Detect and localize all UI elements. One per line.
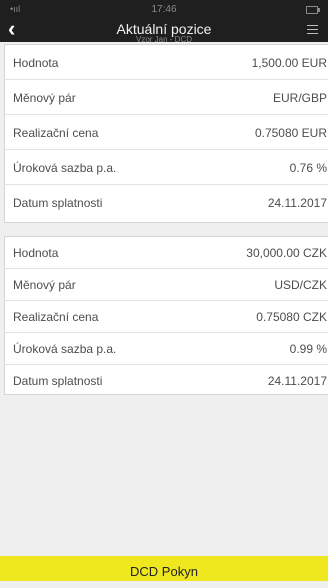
navigation-bar: ‹ Aktuální pozice Vzor Jan - DCD: [0, 18, 328, 44]
row-value: 24.11.2017: [267, 374, 327, 388]
detail-row: Měnový pár USD/CZK: [5, 269, 328, 301]
row-label: Datum splatnosti: [13, 374, 103, 388]
row-value: EUR/GBP: [272, 91, 327, 105]
battery-icon: [306, 6, 320, 14]
row-value: 0.75080 EUR: [254, 126, 327, 140]
row-value: 24.11.2017: [267, 196, 327, 210]
row-value: 0.76 %: [289, 161, 327, 175]
row-value: 0.75080 CZK: [256, 310, 327, 324]
detail-row: Úroková sazba p.a. 0.99 %: [5, 333, 328, 365]
row-value: USD/CZK: [274, 278, 327, 292]
page-subtitle: Vzor Jan - DCD: [135, 35, 192, 44]
row-label: Úroková sazba p.a.: [13, 342, 117, 356]
page-title: Aktuální pozice: [116, 21, 212, 37]
row-label: Realizační cena: [13, 126, 99, 140]
row-value: 0.99 %: [289, 342, 327, 356]
row-label: Úroková sazba p.a.: [13, 161, 117, 175]
detail-row: Datum splatnosti 24.11.2017: [5, 365, 328, 397]
dcd-order-button[interactable]: DCD Pokyn: [0, 556, 328, 581]
row-label: Datum splatnosti: [13, 196, 103, 210]
row-value: 30,000.00 CZK: [246, 246, 327, 260]
row-label: Realizační cena: [13, 310, 99, 324]
status-bar: •ııl 17:46: [0, 0, 328, 20]
row-label: Hodnota: [13, 246, 59, 260]
row-value: 1,500.00 EUR: [251, 56, 327, 70]
detail-row: Úroková sazba p.a. 0.76 %: [5, 150, 328, 185]
detail-row: Hodnota 1,500.00 EUR: [5, 45, 328, 80]
detail-row: Datum splatnosti 24.11.2017: [5, 185, 328, 220]
detail-row: Měnový pár EUR/GBP: [5, 80, 328, 115]
detail-row: Realizační cena 0.75080 EUR: [5, 115, 328, 150]
status-time: 17:46: [151, 4, 177, 15]
position-card[interactable]: Hodnota 30,000.00 CZK Měnový pár USD/CZK…: [4, 236, 328, 395]
detail-row: Realizační cena 0.75080 CZK: [5, 301, 328, 333]
menu-icon[interactable]: [307, 25, 318, 35]
row-label: Měnový pár: [13, 278, 76, 292]
row-label: Hodnota: [13, 56, 59, 70]
row-label: Měnový pár: [13, 91, 76, 105]
detail-row: Hodnota 30,000.00 CZK: [5, 237, 328, 269]
position-card[interactable]: Hodnota 1,500.00 EUR Měnový pár EUR/GBP …: [4, 44, 328, 223]
